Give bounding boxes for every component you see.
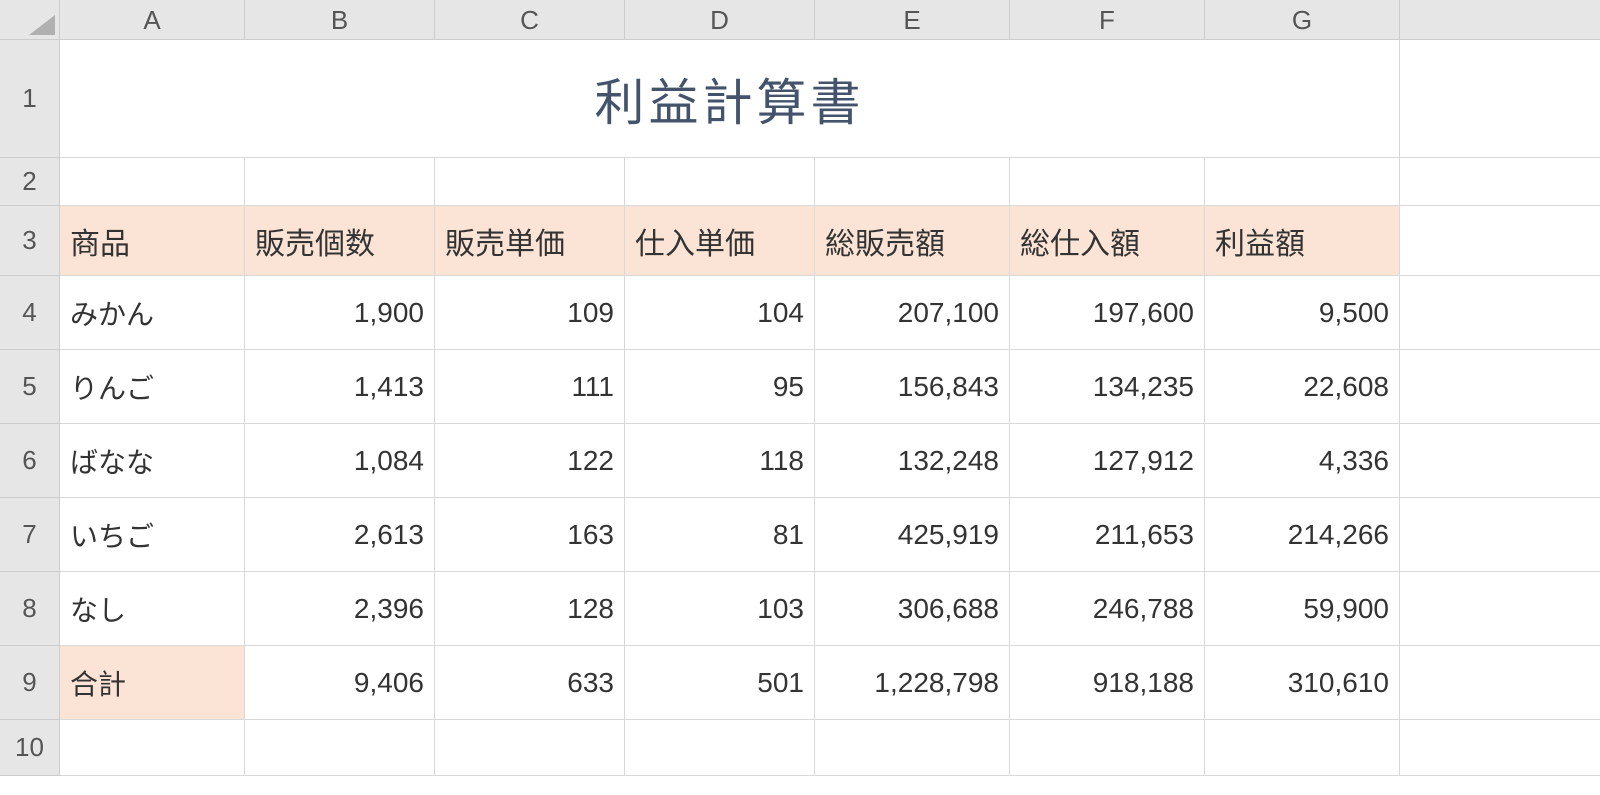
table-row[interactable]: 156,843: [815, 350, 1010, 424]
table-row[interactable]: 118: [625, 424, 815, 498]
table-row[interactable]: 163: [435, 498, 625, 572]
table-row[interactable]: 132,248: [815, 424, 1010, 498]
cell-g2[interactable]: [1205, 158, 1400, 206]
table-row[interactable]: 4,336: [1205, 424, 1400, 498]
row-header-8[interactable]: 8: [0, 572, 60, 646]
total-row[interactable]: 1,228,798: [815, 646, 1010, 720]
table-row[interactable]: 211,653: [1010, 498, 1205, 572]
cell-a10[interactable]: [60, 720, 245, 776]
table-row[interactable]: 122: [435, 424, 625, 498]
cell-filler[interactable]: [1400, 498, 1600, 572]
cell-c10[interactable]: [435, 720, 625, 776]
total-row[interactable]: 918,188: [1010, 646, 1205, 720]
table-row[interactable]: いちご: [60, 498, 245, 572]
total-row[interactable]: 9,406: [245, 646, 435, 720]
cell-f10[interactable]: [1010, 720, 1205, 776]
cell-filler[interactable]: [1400, 424, 1600, 498]
row-header-9[interactable]: 9: [0, 646, 60, 720]
table-row[interactable]: 134,235: [1010, 350, 1205, 424]
table-row[interactable]: みかん: [60, 276, 245, 350]
table-row[interactable]: 103: [625, 572, 815, 646]
table-row[interactable]: 425,919: [815, 498, 1010, 572]
total-row[interactable]: 310,610: [1205, 646, 1400, 720]
table-row[interactable]: ばなな: [60, 424, 245, 498]
row-header-2[interactable]: 2: [0, 158, 60, 206]
table-row[interactable]: 95: [625, 350, 815, 424]
table-row[interactable]: なし: [60, 572, 245, 646]
table-header-total-cost[interactable]: 総仕入額: [1010, 206, 1205, 276]
row-header-3[interactable]: 3: [0, 206, 60, 276]
table-row[interactable]: 9,500: [1205, 276, 1400, 350]
cell-e10[interactable]: [815, 720, 1010, 776]
table-row[interactable]: 59,900: [1205, 572, 1400, 646]
row-header-10[interactable]: 10: [0, 720, 60, 776]
cell-filler[interactable]: [1400, 276, 1600, 350]
cell-filler[interactable]: [1400, 646, 1600, 720]
total-row-label[interactable]: 合計: [60, 646, 245, 720]
table-row[interactable]: 81: [625, 498, 815, 572]
cell-b2[interactable]: [245, 158, 435, 206]
table-row[interactable]: 109: [435, 276, 625, 350]
table-header-profit[interactable]: 利益額: [1205, 206, 1400, 276]
table-row[interactable]: 1,900: [245, 276, 435, 350]
col-header-b[interactable]: B: [245, 0, 435, 40]
select-all-corner[interactable]: [0, 0, 60, 40]
row-header-4[interactable]: 4: [0, 276, 60, 350]
row-header-5[interactable]: 5: [0, 350, 60, 424]
col-header-c[interactable]: C: [435, 0, 625, 40]
col-header-g[interactable]: G: [1205, 0, 1400, 40]
col-header-f[interactable]: F: [1010, 0, 1205, 40]
cell-f2[interactable]: [1010, 158, 1205, 206]
cell-c2[interactable]: [435, 158, 625, 206]
col-header-e[interactable]: E: [815, 0, 1010, 40]
table-row[interactable]: 306,688: [815, 572, 1010, 646]
table-row[interactable]: 1,084: [245, 424, 435, 498]
table-row[interactable]: 111: [435, 350, 625, 424]
cell-filler[interactable]: [1400, 572, 1600, 646]
row-header-6[interactable]: 6: [0, 424, 60, 498]
table-row[interactable]: 104: [625, 276, 815, 350]
table-row[interactable]: りんご: [60, 350, 245, 424]
table-header-sale-price[interactable]: 販売単価: [435, 206, 625, 276]
table-row[interactable]: 22,608: [1205, 350, 1400, 424]
table-header-total-sales[interactable]: 総販売額: [815, 206, 1010, 276]
table-row[interactable]: 2,613: [245, 498, 435, 572]
table-row[interactable]: 128: [435, 572, 625, 646]
cell-filler[interactable]: [1400, 720, 1600, 776]
title-cell[interactable]: 利益計算書: [60, 40, 1400, 158]
table-row[interactable]: 2,396: [245, 572, 435, 646]
table-header-cost-price[interactable]: 仕入単価: [625, 206, 815, 276]
cell-filler[interactable]: [1400, 40, 1600, 158]
cell-d10[interactable]: [625, 720, 815, 776]
cell-a2[interactable]: [60, 158, 245, 206]
cell-d2[interactable]: [625, 158, 815, 206]
spreadsheet-grid: A B C D E F G 1 利益計算書 2 3 商品 販売個数 販売単価 仕…: [0, 0, 1600, 776]
table-header-product[interactable]: 商品: [60, 206, 245, 276]
table-row[interactable]: 127,912: [1010, 424, 1205, 498]
table-row[interactable]: 207,100: [815, 276, 1010, 350]
cell-filler[interactable]: [1400, 350, 1600, 424]
row-header-1[interactable]: 1: [0, 40, 60, 158]
cell-b10[interactable]: [245, 720, 435, 776]
table-header-qty[interactable]: 販売個数: [245, 206, 435, 276]
row-header-7[interactable]: 7: [0, 498, 60, 572]
total-row[interactable]: 501: [625, 646, 815, 720]
cell-filler[interactable]: [1400, 206, 1600, 276]
table-row[interactable]: 1,413: [245, 350, 435, 424]
cell-filler[interactable]: [1400, 158, 1600, 206]
cell-g10[interactable]: [1205, 720, 1400, 776]
col-header-filler: [1400, 0, 1600, 40]
table-row[interactable]: 246,788: [1010, 572, 1205, 646]
total-row[interactable]: 633: [435, 646, 625, 720]
table-row[interactable]: 214,266: [1205, 498, 1400, 572]
col-header-d[interactable]: D: [625, 0, 815, 40]
col-header-a[interactable]: A: [60, 0, 245, 40]
table-row[interactable]: 197,600: [1010, 276, 1205, 350]
cell-e2[interactable]: [815, 158, 1010, 206]
